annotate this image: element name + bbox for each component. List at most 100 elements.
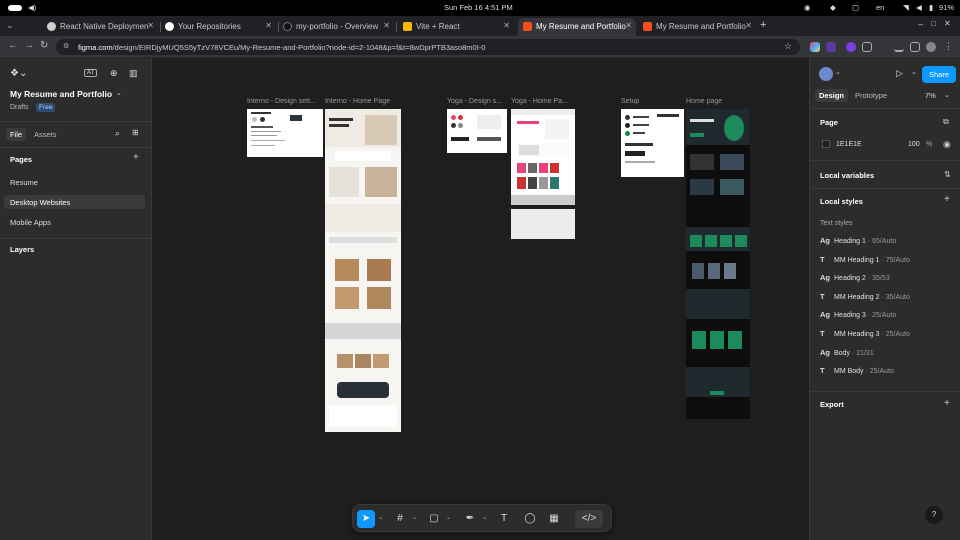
- zoom-level[interactable]: 7%: [925, 91, 936, 100]
- move-tool-icon[interactable]: ➤: [357, 510, 375, 528]
- page-opacity-value[interactable]: 100: [908, 141, 920, 148]
- tab-figma-active[interactable]: My Resume and Portfolio ✕: [518, 18, 636, 36]
- tab-assets[interactable]: Assets: [30, 128, 61, 141]
- tab-file[interactable]: File: [6, 128, 27, 141]
- forward-icon[interactable]: →: [24, 40, 34, 51]
- battery-icon[interactable]: ▮: [929, 3, 933, 12]
- frame-home-page[interactable]: [686, 109, 750, 419]
- chevron-down-icon[interactable]: ⌄: [116, 89, 122, 97]
- library-icon[interactable]: ⊞: [132, 128, 139, 137]
- share-button[interactable]: Share: [922, 66, 956, 83]
- chevron-down-icon[interactable]: ⌄: [446, 514, 451, 521]
- search-icon[interactable]: ⌕: [115, 128, 120, 139]
- close-icon[interactable]: ✕: [745, 21, 752, 30]
- tab-react-native[interactable]: React Native Deploymen ✕: [42, 18, 158, 36]
- frame-label[interactable]: Interno - Home Page: [325, 98, 390, 105]
- speaker-icon[interactable]: ◀: [916, 3, 922, 12]
- variables-icon[interactable]: ⇅: [944, 170, 951, 179]
- drafts-label[interactable]: Drafts: [10, 104, 29, 111]
- extension-rocket-icon[interactable]: [826, 42, 836, 52]
- user-avatar[interactable]: [819, 67, 833, 81]
- rectangle-tool-icon[interactable]: ▢: [425, 510, 443, 528]
- close-window-icon[interactable]: ✕: [944, 19, 951, 28]
- text-style-row[interactable]: T MM Body · 25/Auto: [820, 366, 894, 375]
- tab-figma-2[interactable]: My Resume and Portfolio ✕: [638, 18, 756, 36]
- frame-yoga-extra[interactable]: [511, 209, 575, 239]
- close-icon[interactable]: ✕: [383, 21, 390, 30]
- present-play-icon[interactable]: ▷: [896, 68, 903, 79]
- close-icon[interactable]: ✕: [265, 21, 272, 30]
- eye-icon[interactable]: ◉: [943, 139, 951, 150]
- figma-canvas[interactable]: Interno - Design sett... Interno - Home …: [152, 58, 809, 540]
- tab-repositories[interactable]: Your Repositories ✕: [160, 18, 276, 36]
- local-variables-heading[interactable]: Local variables: [820, 171, 874, 180]
- close-icon[interactable]: ✕: [503, 21, 510, 30]
- text-style-row[interactable]: T MM Heading 2 · 35/Auto: [820, 292, 910, 301]
- tab-groups-icon[interactable]: [910, 42, 920, 52]
- url-field[interactable]: ⚙ figma.com/design/EIRDjyMUQ5S5yTzV78VCE…: [56, 39, 800, 55]
- page-item-resume[interactable]: Resume: [4, 175, 145, 189]
- page-settings-icon[interactable]: ⧉: [943, 117, 949, 127]
- chevron-down-icon[interactable]: ⌄: [412, 514, 417, 521]
- tab-vite-react[interactable]: Vite + React ✕: [398, 18, 514, 36]
- help-button[interactable]: ?: [925, 506, 943, 524]
- text-style-row[interactable]: T MM Heading 3 · 25/Auto: [820, 329, 910, 338]
- text-style-row[interactable]: Ag Heading 1 · 65/Auto: [820, 236, 896, 245]
- frame-interno-design-settings[interactable]: [247, 109, 323, 157]
- frame-label[interactable]: Interno - Design sett...: [247, 98, 316, 105]
- page-color-value[interactable]: 1E1E1E: [836, 141, 862, 148]
- chevron-down-icon[interactable]: ⌄: [835, 68, 841, 76]
- bookmark-star-icon[interactable]: ☆: [784, 41, 792, 52]
- text-style-row[interactable]: Ag Heading 3 · 25/Auto: [820, 310, 896, 319]
- extensions-puzzle-icon[interactable]: [862, 42, 872, 52]
- figma-menu-icon[interactable]: ❖⌄: [10, 68, 27, 79]
- new-tab-icon[interactable]: +: [760, 19, 766, 31]
- frame-label[interactable]: Yoga - Design s...: [447, 98, 502, 105]
- wifi-icon[interactable]: ◥: [903, 3, 909, 12]
- frame-tool-icon[interactable]: #: [391, 510, 409, 528]
- reload-icon[interactable]: ↻: [40, 40, 48, 51]
- kebab-menu-icon[interactable]: ⋮: [944, 41, 953, 52]
- shield-icon[interactable]: ◆: [830, 3, 836, 12]
- minimize-icon[interactable]: –: [918, 19, 923, 29]
- frame-yoga-home-page[interactable]: [511, 109, 575, 205]
- dev-mode-toggle-icon[interactable]: </>: [575, 510, 603, 528]
- add-page-icon[interactable]: +: [133, 152, 139, 163]
- globe-icon[interactable]: ⊕: [110, 68, 118, 79]
- file-title[interactable]: My Resume and Portfolio: [10, 89, 112, 99]
- chevron-down-icon[interactable]: ⌄: [944, 91, 950, 99]
- page-item-mobile-apps[interactable]: Mobile Apps: [4, 215, 145, 229]
- steam-icon[interactable]: ◉: [804, 3, 811, 12]
- panel-toggle-icon[interactable]: ▥: [129, 68, 138, 79]
- tab-design[interactable]: Design: [815, 89, 849, 102]
- chevron-down-icon[interactable]: ⌄: [378, 514, 383, 521]
- frame-label[interactable]: Setup: [621, 98, 639, 105]
- comment-tool-icon[interactable]: ◯: [521, 510, 539, 528]
- text-style-row[interactable]: Ag Body · 21/31: [820, 348, 874, 357]
- add-style-icon[interactable]: +: [944, 194, 950, 205]
- actions-tool-icon[interactable]: ▦: [545, 510, 563, 528]
- tab-my-portfolio[interactable]: my-portfolio - Overview ✕: [278, 18, 394, 36]
- os-clock[interactable]: Sun Feb 16 4:51 PM: [444, 3, 513, 12]
- text-style-row[interactable]: Ag Heading 2 · 35/53: [820, 273, 890, 282]
- frame-setup[interactable]: [621, 109, 684, 177]
- close-icon[interactable]: ✕: [147, 21, 154, 30]
- extension-colors-icon[interactable]: [810, 42, 820, 52]
- pen-tool-icon[interactable]: ✒: [461, 510, 479, 528]
- text-style-row[interactable]: T MM Heading 1 · 75/Auto: [820, 255, 910, 264]
- plan-badge[interactable]: Free: [36, 103, 56, 112]
- activities-indicator[interactable]: [8, 5, 22, 11]
- page-item-desktop-websites[interactable]: Desktop Websites: [4, 195, 145, 209]
- extension-gpt-icon[interactable]: [846, 42, 856, 52]
- record-icon[interactable]: ▢: [852, 3, 859, 12]
- maximize-icon[interactable]: □: [931, 19, 936, 28]
- frame-label[interactable]: Yoga - Home Pa...: [511, 98, 568, 105]
- tab-prototype[interactable]: Prototype: [855, 91, 887, 100]
- add-export-icon[interactable]: +: [944, 398, 950, 409]
- profile-avatar[interactable]: [926, 42, 936, 52]
- download-icon[interactable]: [894, 42, 904, 52]
- chevron-down-icon[interactable]: ⌄: [911, 68, 917, 76]
- frame-label[interactable]: Home page: [686, 98, 722, 105]
- tab-search-icon[interactable]: ⌄: [6, 20, 14, 31]
- back-icon[interactable]: ←: [8, 40, 18, 51]
